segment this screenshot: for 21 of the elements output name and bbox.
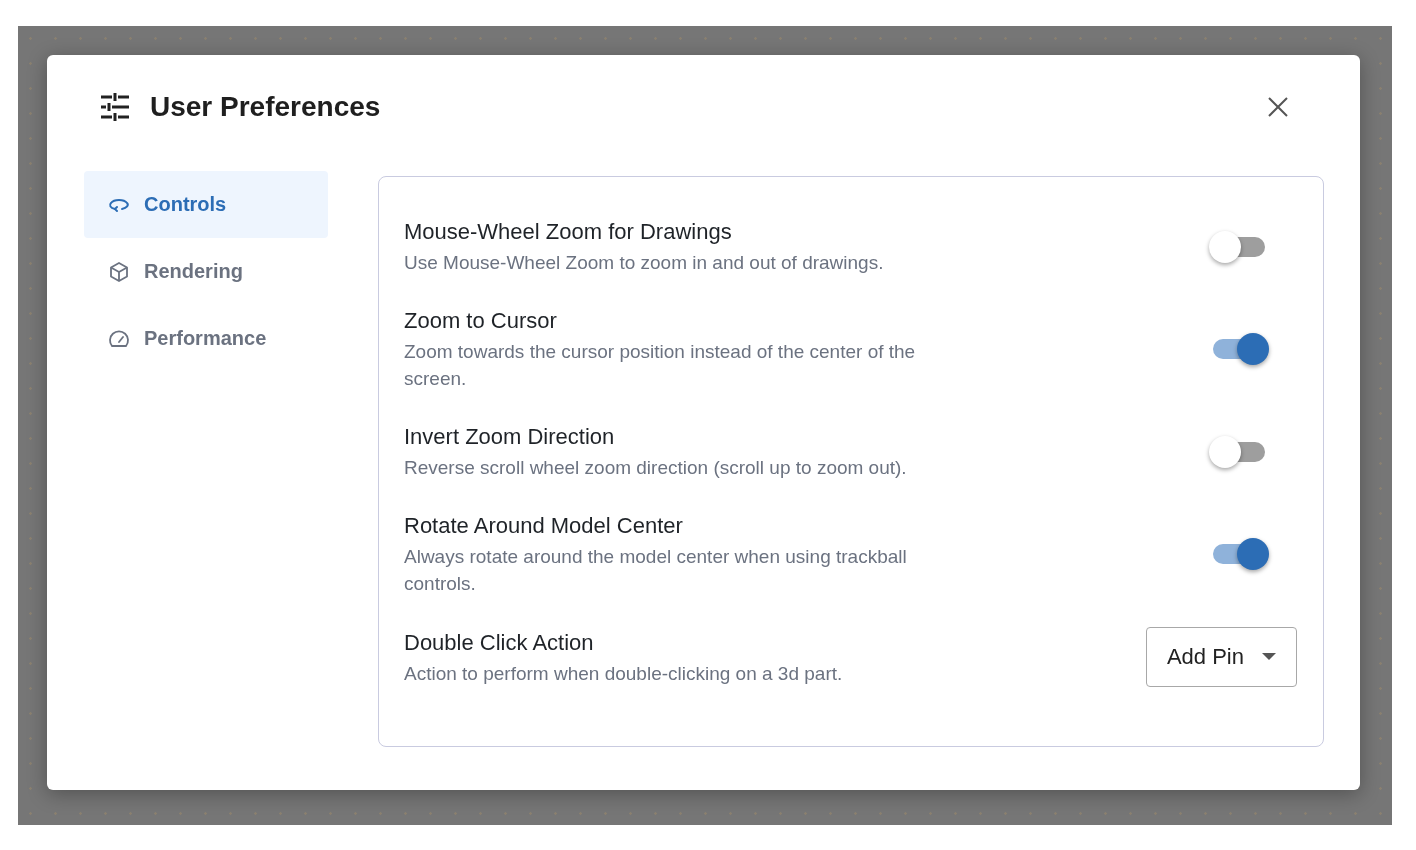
setting-title: Rotate Around Model Center [404, 512, 684, 540]
close-icon [1268, 97, 1288, 117]
setting-description: Use Mouse-Wheel Zoom to zoom in and out of drawings. [404, 251, 884, 275]
nav-item[interactable]: Controls [84, 171, 328, 238]
setting-title: Invert Zoom Direction [404, 423, 616, 451]
setting-description: Always rotate around the model center when using trackball controls. [404, 545, 908, 596]
sliders-icon [100, 93, 130, 121]
caret-icon [1262, 653, 1276, 661]
setting-description: Zoom towards the cursor position instead of the center of the screen. [404, 340, 917, 391]
cube-icon [108, 260, 130, 283]
gauge-icon [108, 328, 130, 349]
setting-title: Mouse-Wheel Zoom for Drawings [404, 218, 733, 246]
rotate-icon [108, 196, 130, 213]
nav-item[interactable]: Performance [84, 305, 328, 372]
dialog-title: User Preferences [150, 91, 382, 123]
setting-description: Reverse scroll wheel zoom direction (scroll up to zoom out). [404, 456, 907, 480]
setting-description: Action to perform when double-clicking on a 3d part. [404, 661, 843, 686]
dropdown[interactable]: Add Pin [1145, 627, 1297, 687]
setting-title: Zoom to Cursor [404, 307, 558, 335]
nav-item[interactable]: Rendering [84, 238, 328, 305]
setting-title: Double Click Action [404, 628, 595, 657]
